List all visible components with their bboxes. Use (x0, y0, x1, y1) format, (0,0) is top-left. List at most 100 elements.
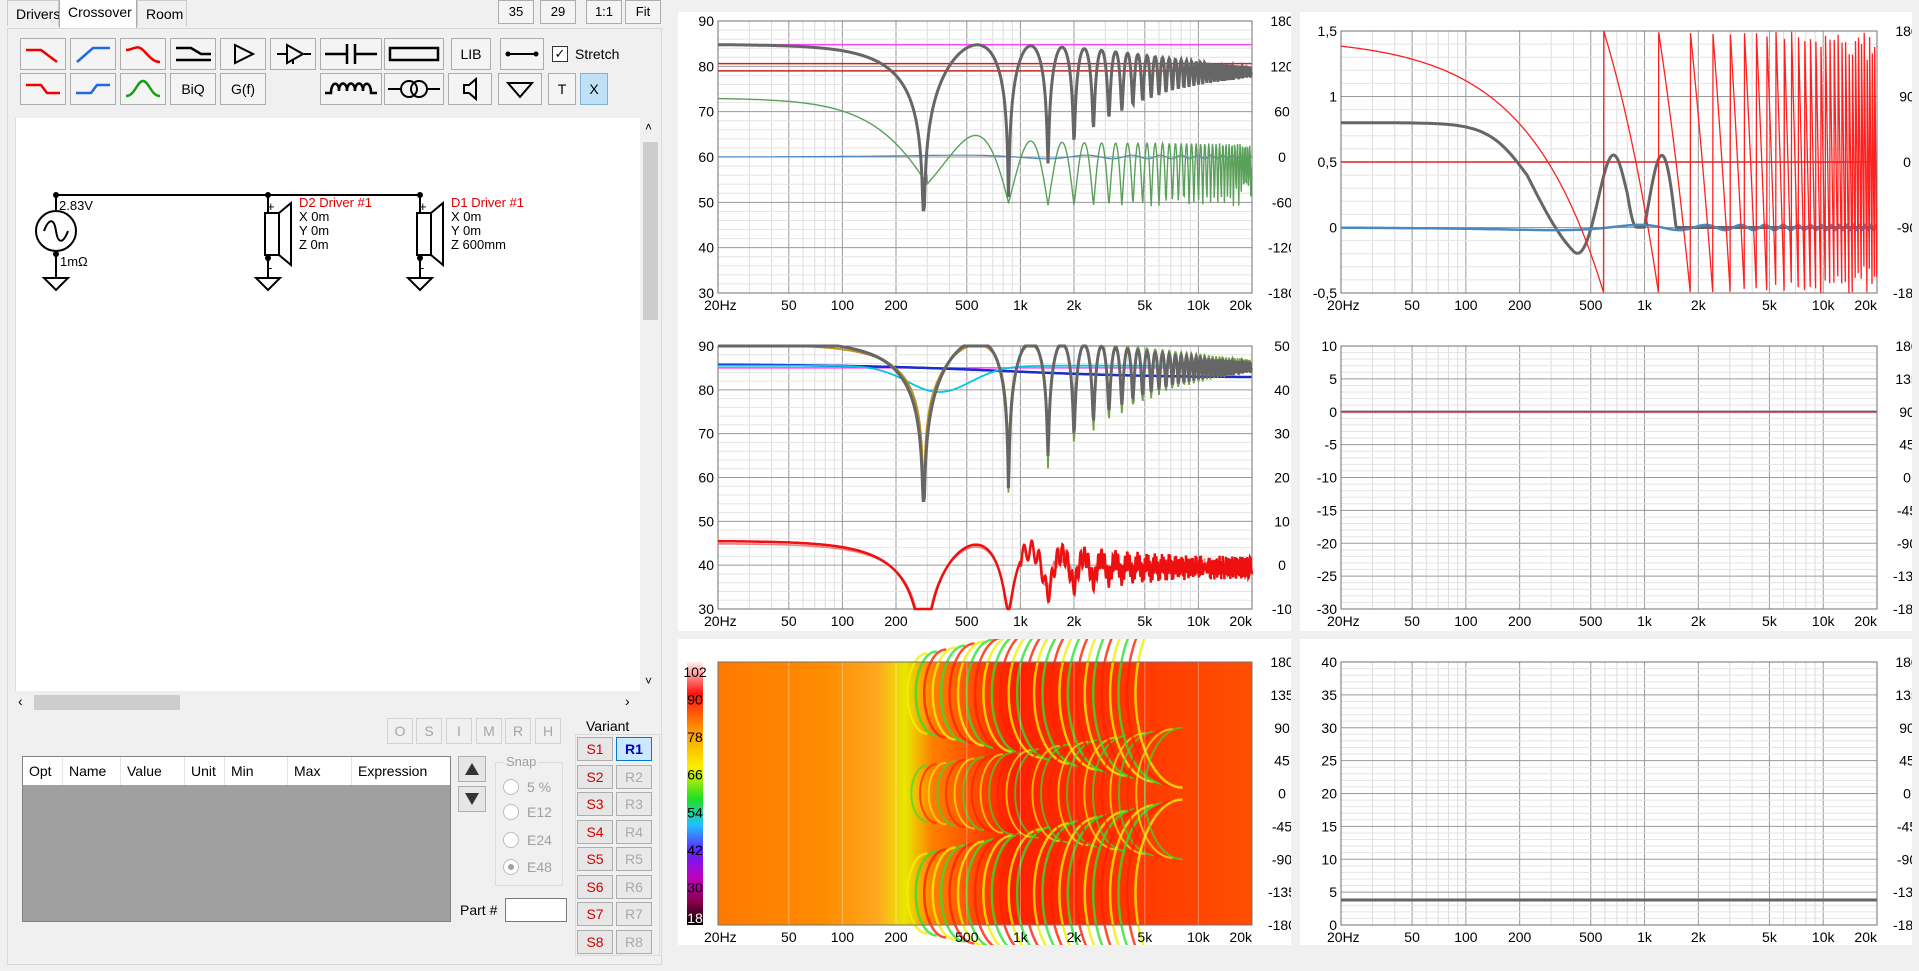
scroll-down-icon[interactable]: ˅ (645, 674, 652, 688)
schematic-horizontal-scrollbar[interactable]: ‹ › (15, 692, 642, 712)
transformer-button[interactable] (384, 73, 444, 105)
variant-s6-button[interactable]: S6 (577, 874, 613, 899)
scroll-left-icon[interactable]: ‹ (18, 693, 23, 709)
variant-r6-button[interactable]: R6 (616, 874, 652, 899)
variant-s7-button[interactable]: S7 (577, 902, 613, 926)
impedance-chart-panel[interactable]: Impedanceohmdeg20Hz501002005001k2k5k10k2… (1300, 639, 1912, 945)
opt-m-button[interactable]: M (476, 718, 502, 744)
col-name[interactable]: Name (63, 757, 121, 785)
variant-s8-button[interactable]: S8 (577, 929, 613, 954)
zoom-29-button[interactable]: 29 (540, 0, 576, 24)
directivity-x-tick-label: 500 (955, 929, 979, 945)
variant-s5-button[interactable]: S5 (577, 847, 613, 871)
zoom-1-1-button[interactable]: 1:1 (586, 0, 622, 24)
zoom-fit-button[interactable]: Fit (625, 0, 661, 24)
transfer-function-button[interactable]: G(f) (220, 73, 266, 105)
variant-s2-button[interactable]: S2 (577, 764, 613, 789)
x-button[interactable]: X (580, 73, 608, 105)
driver-d1-label[interactable]: D1 Driver #1 X 0m Y 0m Z 600mm (451, 196, 524, 252)
svg-text:-: - (420, 260, 424, 275)
schematic-vertical-scrollbar[interactable]: ˄ ˅ (640, 118, 661, 691)
spl-left-tick-label: 80 (698, 58, 714, 74)
opt-i-button[interactable]: I (446, 718, 472, 744)
directivity-right-tick-label: -180 (1268, 917, 1291, 933)
gd-chart-panel[interactable]: GD & Phasemsdeg20Hz501002005001k2k5k10k2… (1300, 12, 1912, 328)
capacitor-button[interactable] (320, 38, 382, 70)
resistor-icon (388, 46, 440, 62)
opt-h-button[interactable]: H (535, 718, 561, 744)
scroll-right-icon[interactable]: › (625, 693, 630, 709)
variant-s1-button[interactable]: S1 (577, 737, 613, 761)
impedance-x-tick-label: 500 (1579, 929, 1603, 945)
col-unit[interactable]: Unit (185, 757, 225, 785)
parts-table[interactable]: Opt Name Value Unit Min Max Expression (22, 756, 451, 922)
opt-r-button[interactable]: R (505, 718, 531, 744)
horizontal-scroll-thumb[interactable] (34, 695, 180, 710)
zoom-35-button[interactable]: 35 (498, 0, 534, 24)
snap-e12-radio[interactable] (503, 804, 519, 820)
highpass-1st-button[interactable] (70, 38, 116, 70)
t-button[interactable]: T (548, 73, 576, 105)
col-max[interactable]: Max (288, 757, 352, 785)
impedance-x-tick-label: 1k (1637, 929, 1653, 945)
lib-button[interactable]: LIB (451, 38, 491, 70)
bandpass-button[interactable] (120, 73, 166, 105)
buffer-button[interactable] (270, 38, 316, 70)
variant-s3-button[interactable]: S3 (577, 792, 613, 816)
ground-button[interactable] (498, 73, 542, 105)
spl-right-tick-label: 0 (1278, 149, 1286, 165)
opt-o-button[interactable]: O (387, 718, 413, 744)
speaker-button[interactable] (448, 73, 492, 105)
tab-room[interactable]: Room (137, 0, 187, 26)
spl-chart-svg: SPLdBdeg20Hz501002005001k2k5k10k20k90807… (698, 13, 1291, 313)
driver-d2-label[interactable]: D2 Driver #1 X 0m Y 0m Z 0m (299, 196, 372, 252)
amplifier-button[interactable] (220, 38, 266, 70)
lowpass-shelf-button[interactable] (20, 73, 66, 105)
variant-r5-button[interactable]: R5 (616, 847, 652, 871)
col-value[interactable]: Value (121, 757, 185, 785)
col-opt[interactable]: Opt (23, 757, 63, 785)
power-chart-panel[interactable]: Power & DIdBdB20Hz501002005001k2k5k10k20… (678, 325, 1291, 631)
variant-r8-button[interactable]: R8 (616, 929, 652, 954)
ground-icon (505, 82, 535, 99)
power-right-tick-label: 30 (1274, 426, 1290, 442)
filter-left-tick-label: -15 (1317, 502, 1337, 518)
spl-right-tick-label: -60 (1272, 194, 1291, 210)
snap-e48-radio[interactable] (503, 859, 519, 875)
snap-e24-radio[interactable] (503, 832, 519, 848)
snap-e24-label: E24 (527, 832, 552, 848)
allpass-button[interactable] (170, 38, 216, 70)
scroll-up-icon[interactable]: ˄ (645, 120, 652, 134)
lowpass-2nd-button[interactable] (120, 38, 166, 70)
tab-crossover[interactable]: Crossover (59, 0, 137, 28)
lowpass-1st-button[interactable] (20, 38, 66, 70)
biquad-button[interactable]: BiQ (170, 73, 216, 105)
highpass-shelf-button[interactable] (70, 73, 116, 105)
wire-button[interactable] (500, 38, 544, 70)
filter-right-tick-label: 90 (1899, 404, 1912, 420)
impedance-right-tick-label: -135 (1893, 884, 1912, 900)
snap-5pct-radio[interactable] (503, 779, 519, 795)
tab-drivers[interactable]: Drivers (7, 0, 60, 26)
directivity-chart-panel[interactable]: Directivity (hor)dBdeg102907866544230182… (678, 639, 1291, 945)
variant-r2-button[interactable]: R2 (616, 764, 652, 789)
col-expression[interactable]: Expression (352, 757, 450, 785)
inductor-button[interactable] (320, 73, 382, 105)
variant-r4-button[interactable]: R4 (616, 819, 652, 844)
vertical-scroll-thumb[interactable] (643, 142, 658, 320)
move-up-button[interactable] (458, 756, 486, 782)
variant-r3-button[interactable]: R3 (616, 792, 652, 816)
col-min[interactable]: Min (225, 757, 288, 785)
variant-r1-button[interactable]: R1 (616, 737, 652, 761)
schematic-canvas[interactable]: + + - - 2.83V 1mΩ D2 Driver #1 X 0m Y 0m… (15, 118, 642, 691)
filter-chart-panel[interactable]: FilterdBdeg20Hz501002005001k2k5k10k20k10… (1300, 325, 1912, 631)
stretch-checkbox[interactable]: ✓ (552, 46, 568, 62)
opt-s-button[interactable]: S (416, 718, 442, 744)
resistor-button[interactable] (384, 38, 444, 70)
spl-chart-panel[interactable]: SPLdBdeg20Hz501002005001k2k5k10k20k90807… (678, 12, 1291, 328)
move-down-button[interactable] (458, 786, 486, 812)
variant-s4-button[interactable]: S4 (577, 819, 613, 844)
variant-r7-button[interactable]: R7 (616, 902, 652, 926)
part-number-input[interactable] (505, 898, 567, 922)
part-number-label: Part # (460, 902, 498, 918)
